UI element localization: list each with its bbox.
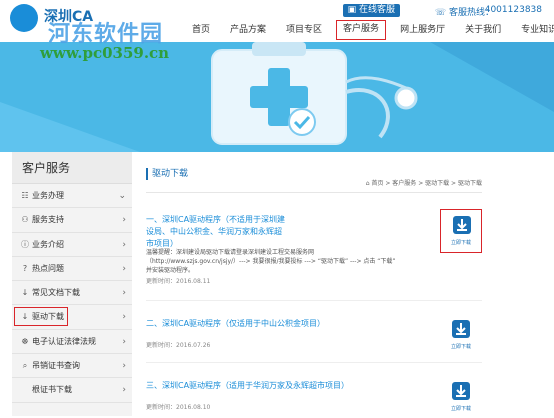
sidebar-item-label: 热点问题 — [32, 263, 64, 273]
download-button[interactable]: 立即下载 — [440, 376, 482, 418]
sidebar-item-label: 业务办理 — [32, 191, 64, 200]
nav-knowledge[interactable]: 专业知识 — [515, 20, 554, 40]
site-watermark-url: www.pc0359.cn — [40, 44, 170, 62]
download-icon: ↓ — [21, 288, 29, 298]
support-icon: ⚇ — [21, 215, 29, 225]
download-label: 立即下载 — [450, 344, 471, 350]
chevron-right-icon: › — [122, 263, 126, 274]
main-content: 驱动下载 ⌂ 首页 > 客户服务 > 驱动下载 > 驱动下载 一、深圳CA驱动程… — [146, 168, 482, 416]
sidebar-item-label: 电子认证法律法规 — [32, 336, 96, 346]
chevron-right-icon: › — [122, 288, 126, 299]
settings-icon: ☸ — [21, 336, 29, 346]
divider — [146, 300, 482, 301]
chevron-right-icon: › — [122, 385, 126, 396]
sidebar-item-business[interactable]: ☷ 业务办理 ⌄ — [12, 184, 132, 209]
sidebar-title: 客户服务 — [12, 152, 132, 184]
driver-description: 温馨提醒：深圳建设局驱动下载请登录深圳建设工程交易服务网（http://www.… — [146, 249, 396, 274]
nav-products[interactable]: 产品方案 — [224, 20, 272, 40]
divider — [146, 192, 482, 193]
download-label: 立即下载 — [450, 406, 471, 412]
breadcrumb: ⌂ 首页 > 客户服务 > 驱动下载 > 驱动下载 — [366, 178, 482, 187]
logo-mark-icon — [10, 4, 38, 32]
download-icon — [452, 320, 470, 338]
sidebar-item-label: 服务支持 — [32, 215, 64, 225]
nav-home[interactable]: 首页 — [186, 20, 216, 40]
active-highlight-frame — [14, 307, 68, 327]
sidebar-item-label: 常见文档下载 — [32, 288, 80, 298]
sidebar-item-support[interactable]: ⚇ 服务支持 › — [12, 208, 132, 233]
document-icon: ☷ — [21, 191, 29, 200]
driver-title-link[interactable]: 一、深圳CA驱动程序（不适用于深圳建设局、中山公积金、华润万家和永辉超市项目） — [146, 214, 286, 250]
sidebar-item-laws[interactable]: ☸ 电子认证法律法规 › — [12, 330, 132, 355]
hotline-number: 4001123838 — [484, 5, 542, 15]
online-service-button[interactable]: ▣ 在线客服 — [342, 4, 400, 17]
sidebar-item-driver-download[interactable]: ↓ 驱动下载 › — [12, 305, 132, 330]
driver-title-link[interactable]: 二、深圳CA驱动程序（仅适用于中山公积金项目） — [146, 318, 406, 330]
sidebar-item-faq[interactable]: ? 热点问题 › — [12, 257, 132, 282]
sidebar: 客户服务 ☷ 业务办理 ⌄ ⚇ 服务支持 › ⓘ 业务介绍 › ? 热点问题 › ↓ 常见… — [12, 152, 132, 416]
chevron-right-icon: › — [122, 239, 126, 250]
main-nav: 首页 产品方案 项目专区 客户服务 网上服务厅 关于我们 专业知识 — [186, 20, 554, 40]
chevron-right-icon: › — [122, 361, 126, 372]
sidebar-item-intro[interactable]: ⓘ 业务介绍 › — [12, 233, 132, 257]
chevron-right-icon: › — [122, 336, 126, 347]
section-title: 驱动下载 — [146, 168, 188, 180]
nav-customer-service[interactable]: 客户服务 — [336, 20, 387, 40]
chevron-right-icon: › — [122, 215, 126, 226]
sidebar-menu: ☷ 业务办理 ⌄ ⚇ 服务支持 › ⓘ 业务介绍 › ? 热点问题 › ↓ 常见文档下载 … — [12, 184, 132, 403]
search-icon: ⌕ — [22, 361, 28, 371]
update-date: 更新时间：2016.08.11 — [146, 278, 211, 285]
update-date: 更新时间：2016.07.26 — [146, 342, 211, 349]
online-service-label: 在线客服 — [358, 5, 395, 15]
sidebar-item-label: 业务介绍 — [32, 239, 64, 249]
chevron-down-icon: ⌄ — [118, 191, 126, 201]
chat-icon: ▣ — [347, 5, 359, 15]
nav-online-hall[interactable]: 网上服务厅 — [394, 20, 451, 40]
phone-icon: ☏ — [434, 8, 449, 18]
question-icon: ? — [22, 263, 28, 273]
breadcrumb-text[interactable]: 首页 > 客户服务 > 驱动下载 > 驱动下载 — [371, 180, 482, 187]
info-icon: ⓘ — [21, 239, 29, 249]
sidebar-item-label: 根证书下载 — [32, 385, 72, 395]
update-date: 更新时间：2016.08.10 — [146, 404, 211, 411]
download-label: 立即下载 — [450, 240, 471, 246]
chevron-right-icon: › — [122, 312, 126, 323]
download-icon — [453, 216, 471, 234]
download-button[interactable]: 立即下载 — [440, 314, 482, 356]
sidebar-item-label: 吊销证书查询 — [32, 361, 80, 371]
sidebar-item-root-cert[interactable]: 根证书下载 › — [12, 378, 132, 403]
download-button[interactable]: 立即下载 — [440, 209, 482, 253]
sidebar-item-revocation-query[interactable]: ⌕ 吊销证书查询 › — [12, 354, 132, 379]
nav-projects[interactable]: 项目专区 — [280, 20, 328, 40]
download-icon — [452, 382, 470, 400]
divider — [146, 362, 482, 363]
nav-about[interactable]: 关于我们 — [459, 20, 507, 40]
sidebar-item-docs[interactable]: ↓ 常见文档下载 › — [12, 281, 132, 306]
driver-title-link[interactable]: 三、深圳CA驱动程序（适用于华润万家及永辉超市项目） — [146, 380, 406, 392]
